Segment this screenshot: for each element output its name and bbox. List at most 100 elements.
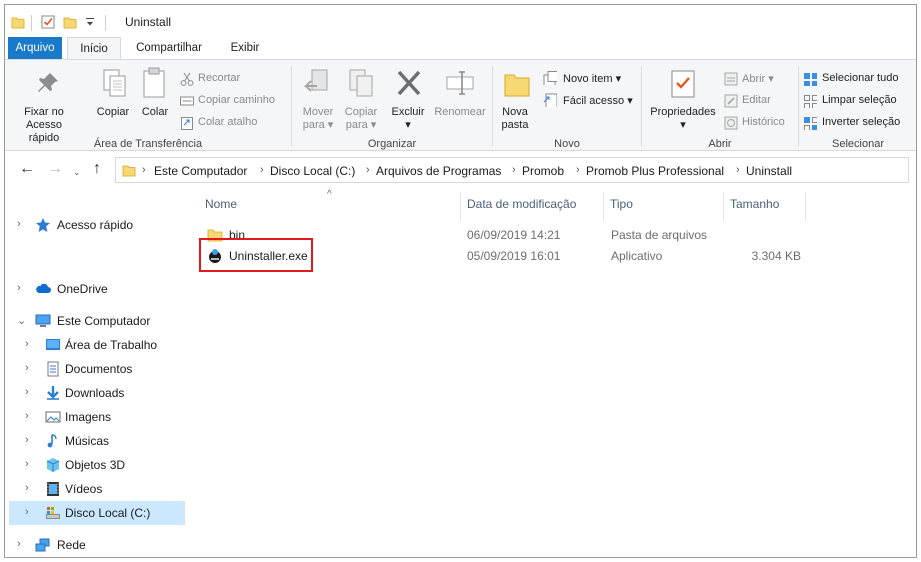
move-to-icon <box>303 69 328 92</box>
paste-shortcut-button[interactable]: Colar atalho <box>198 116 257 128</box>
breadcrumb-arquivos-de-programas[interactable]: Arquivos de Programas <box>376 164 501 178</box>
paste-button[interactable]: Colar <box>135 106 175 119</box>
nav-item-area-de-trabalho[interactable]: › Área de Trabalho <box>9 333 185 357</box>
highlight-box <box>199 238 313 272</box>
column-header-size[interactable]: Tamanho <box>730 197 779 221</box>
recent-locations-chevron-icon[interactable]: ⌄ <box>73 164 81 180</box>
tab-inicio[interactable]: Início <box>67 37 121 60</box>
column-header-modified[interactable]: Data de modificação <box>467 197 576 221</box>
cut-button[interactable]: Recortar <box>198 72 240 84</box>
forward-arrow-icon[interactable]: → <box>47 161 63 177</box>
folder-icon <box>122 165 136 177</box>
navigation-pane: › Acesso rápido › OneDrive ⌄ Este Comput… <box>5 191 191 557</box>
new-folder-quick-icon[interactable] <box>63 15 77 29</box>
video-icon <box>47 482 59 496</box>
nav-item-objetos-3d[interactable]: › Objetos 3D <box>9 453 185 477</box>
new-item-button[interactable]: Novo item ▾ <box>563 72 621 85</box>
copy-button[interactable]: Copiar <box>93 106 133 119</box>
nav-item-este-computador[interactable]: ⌄ Este Computador <box>9 309 185 333</box>
pin-icon <box>38 73 58 92</box>
computer-icon <box>35 314 51 327</box>
sort-ascending-icon: ^ <box>327 189 332 200</box>
breadcrumb-promob[interactable]: Promob <box>522 164 564 178</box>
easy-access-button[interactable]: Fácil acesso ▾ <box>563 94 633 107</box>
nav-item-documentos[interactable]: › Documentos <box>9 357 185 381</box>
history-button[interactable]: Histórico <box>742 116 785 128</box>
chevron-right-icon[interactable]: › <box>512 164 516 176</box>
copy-path-button[interactable]: Copiar caminho <box>198 94 275 106</box>
nav-item-videos[interactable]: › Vídeos <box>9 477 185 501</box>
select-none-icon <box>804 95 817 108</box>
download-icon <box>47 386 59 400</box>
paste-icon <box>143 67 165 98</box>
pictures-icon <box>45 411 61 423</box>
delete-button[interactable]: Excluir ▾ <box>388 106 428 132</box>
file-modified: 05/09/2019 16:01 <box>467 249 561 263</box>
nav-item-onedrive[interactable]: › OneDrive <box>9 277 185 301</box>
open-icon <box>724 72 738 86</box>
chevron-right-icon[interactable]: › <box>25 362 29 374</box>
chevron-right-icon[interactable]: › <box>17 282 21 294</box>
nav-item-musicas[interactable]: › Músicas <box>9 429 185 453</box>
customize-toolbar-icon[interactable] <box>85 15 95 29</box>
nav-item-disco-local[interactable]: › Disco Local (C:) <box>9 501 185 525</box>
select-none-button[interactable]: Limpar seleção <box>822 94 897 106</box>
tab-compartilhar[interactable]: Compartilhar <box>127 37 211 59</box>
new-folder-icon <box>504 74 530 97</box>
chevron-right-icon[interactable]: › <box>17 538 21 550</box>
chevron-right-icon[interactable]: › <box>25 338 29 350</box>
tab-arquivo[interactable]: Arquivo <box>8 37 62 59</box>
nav-item-acesso-rapido[interactable]: › Acesso rápido <box>9 213 185 237</box>
breadcrumb-disco-local[interactable]: Disco Local (C:) <box>270 164 355 178</box>
chevron-right-icon[interactable]: › <box>576 164 580 176</box>
chevron-down-icon[interactable]: ⌄ <box>17 314 26 327</box>
copy-path-icon <box>180 96 194 106</box>
chevron-right-icon[interactable]: › <box>25 506 29 518</box>
edit-icon <box>724 94 738 108</box>
move-to-button[interactable]: Mover para ▾ <box>295 106 341 132</box>
folder-icon <box>11 17 25 29</box>
chevron-right-icon[interactable]: › <box>17 218 21 230</box>
select-all-button[interactable]: Selecionar tudo <box>822 72 898 84</box>
chevron-right-icon[interactable]: › <box>25 458 29 470</box>
title-bar: Uninstall <box>5 5 916 37</box>
breadcrumb-este-computador[interactable]: Este Computador <box>154 164 247 178</box>
nav-item-downloads[interactable]: › Downloads <box>9 381 185 405</box>
chevron-right-icon[interactable]: › <box>260 164 264 176</box>
column-header-type[interactable]: Tipo <box>610 197 633 221</box>
chevron-right-icon[interactable]: › <box>25 386 29 398</box>
local-disk-icon <box>46 507 60 519</box>
chevron-right-icon[interactable]: › <box>366 164 370 176</box>
open-button[interactable]: Abrir ▾ <box>742 72 774 85</box>
edit-button[interactable]: Editar <box>742 94 771 106</box>
nav-item-imagens[interactable]: › Imagens <box>9 405 185 429</box>
nav-item-rede[interactable]: › Rede <box>9 533 185 557</box>
easy-access-icon <box>543 93 557 107</box>
address-bar[interactable]: › Este Computador › Disco Local (C:) › A… <box>115 157 909 183</box>
rename-button[interactable]: Renomear <box>431 106 489 119</box>
chevron-right-icon[interactable]: › <box>736 164 740 176</box>
paste-shortcut-icon <box>181 117 193 130</box>
new-folder-button[interactable]: Nova pasta <box>495 106 535 132</box>
column-header-name[interactable]: Nome <box>205 197 237 221</box>
back-arrow-icon[interactable]: ← <box>19 161 35 177</box>
group-label-organize: Organizar <box>367 138 417 150</box>
copy-icon <box>103 69 126 97</box>
breadcrumb-promob-plus-professional[interactable]: Promob Plus Professional <box>586 164 724 178</box>
chevron-right-icon[interactable]: › <box>25 410 29 422</box>
chevron-right-icon[interactable]: › <box>25 482 29 494</box>
up-arrow-icon[interactable]: ↑ <box>93 161 101 177</box>
history-icon <box>724 116 738 130</box>
copy-to-button[interactable]: Copiar para ▾ <box>339 106 383 132</box>
navigation-row: ← → ⌄ ↑ › Este Computador › Disco Local … <box>5 153 916 189</box>
chevron-right-icon[interactable]: › <box>25 434 29 446</box>
chevron-right-icon[interactable]: › <box>142 164 146 176</box>
file-type: Pasta de arquivos <box>611 228 708 242</box>
invert-selection-button[interactable]: Inverter seleção <box>822 116 900 128</box>
properties-icon <box>671 70 695 98</box>
tab-exibir[interactable]: Exibir <box>217 37 273 59</box>
scissors-icon <box>180 72 194 86</box>
breadcrumb-uninstall[interactable]: Uninstall <box>746 164 792 178</box>
properties-button[interactable]: Propriedades ▾ <box>647 106 719 132</box>
properties-quick-icon[interactable] <box>41 15 55 29</box>
